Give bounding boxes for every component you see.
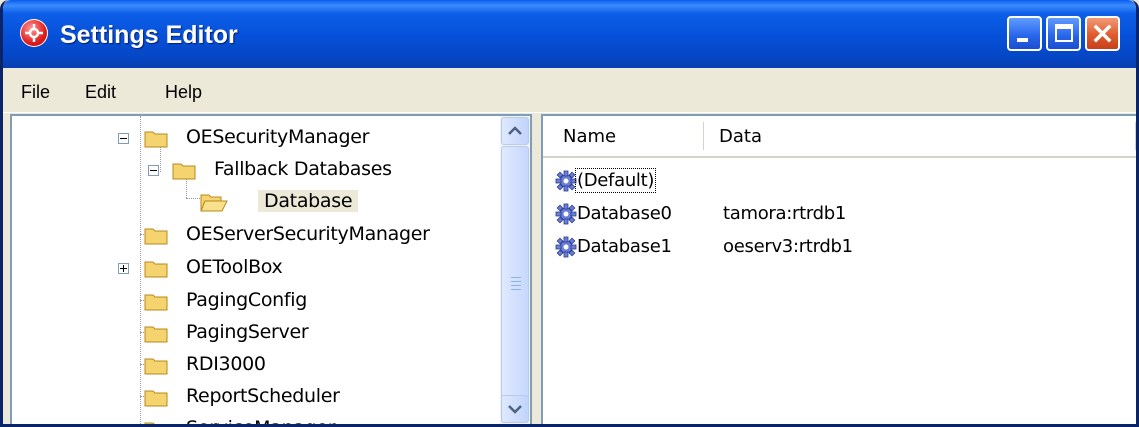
list-item[interactable]: Database0 tamora:rtrdb1 xyxy=(553,199,1133,229)
tree-node-label: ReportScheduler xyxy=(186,385,340,407)
tree-node-fallback-databases[interactable]: Fallback Databases xyxy=(12,155,492,185)
value-data: oeserv3:rtrdb1 xyxy=(723,236,853,257)
folder-icon xyxy=(144,422,155,424)
scroll-up-button[interactable] xyxy=(501,117,529,145)
list-item[interactable]: (Default) xyxy=(553,166,1133,196)
scroll-down-button[interactable] xyxy=(501,395,529,423)
registry-tree[interactable]: OESecurityManager Fallback Databases Dat… xyxy=(10,114,532,424)
window-title: Settings Editor xyxy=(60,21,238,49)
tree-node-oetoolbox[interactable]: OEToolBox xyxy=(12,253,492,283)
folder-icon xyxy=(172,163,196,180)
folder-icon xyxy=(144,358,168,375)
tree-node-label: ServiceManager xyxy=(186,417,336,424)
column-header-name[interactable]: Name xyxy=(563,126,616,147)
tree-node-label: OEServerSecurityManager xyxy=(186,223,430,245)
collapse-icon[interactable] xyxy=(118,133,129,144)
settings-editor-window: Settings Editor File Edit Help OESecurit… xyxy=(0,0,1139,427)
gear-icon xyxy=(555,236,577,258)
folder-icon xyxy=(144,261,168,278)
menu-bar: File Edit Help xyxy=(3,68,1136,113)
maximize-button[interactable] xyxy=(1046,16,1081,51)
close-button[interactable] xyxy=(1085,16,1120,51)
tree-node-database[interactable]: Database xyxy=(12,187,492,217)
value-data: tamora:rtrdb1 xyxy=(723,203,847,224)
expand-icon[interactable] xyxy=(118,263,129,274)
value-name: Database1 xyxy=(577,236,672,257)
tree-node-oeserversecuritymanager[interactable]: OEServerSecurityManager xyxy=(12,220,492,250)
column-divider[interactable] xyxy=(1135,122,1136,150)
tree-node-label: OEToolBox xyxy=(186,256,283,278)
menu-help[interactable]: Help xyxy=(165,82,202,103)
menu-edit[interactable]: Edit xyxy=(85,82,116,103)
tree-node-rdi3000[interactable]: RDI3000 xyxy=(12,350,492,380)
folder-icon xyxy=(144,326,168,343)
scroll-thumb[interactable] xyxy=(501,146,529,421)
tree-node-label: PagingConfig xyxy=(186,289,308,311)
open-folder-icon xyxy=(200,194,228,212)
list-header: Name Data xyxy=(543,116,1136,158)
chevron-down-icon xyxy=(508,405,522,414)
tree-node-reportscheduler[interactable]: ReportScheduler xyxy=(12,382,492,412)
pane-splitter[interactable] xyxy=(532,114,541,424)
minimize-button[interactable] xyxy=(1007,16,1042,51)
folder-icon xyxy=(144,390,168,407)
title-bar[interactable]: Settings Editor xyxy=(3,0,1136,68)
gear-icon xyxy=(555,203,577,225)
gear-icon xyxy=(555,170,577,192)
column-divider[interactable] xyxy=(703,122,704,150)
value-name: (Default) xyxy=(574,168,657,193)
folder-icon xyxy=(144,228,168,245)
tree-node-label: PagingServer xyxy=(186,321,309,343)
tree-node-label: Fallback Databases xyxy=(214,158,392,180)
collapse-icon[interactable] xyxy=(148,165,159,176)
list-item[interactable]: Database1 oeserv3:rtrdb1 xyxy=(553,232,1133,262)
tree-node-pagingconfig[interactable]: PagingConfig xyxy=(12,286,492,316)
tree-node-servicemanager[interactable]: ServiceManager xyxy=(12,414,492,424)
values-list[interactable]: Name Data (Default) Database0 tamora:rtr… xyxy=(541,114,1136,424)
tree-node-oesecuritymanager[interactable]: OESecurityManager xyxy=(12,123,492,153)
value-name: Database0 xyxy=(577,203,672,224)
tree-node-label: RDI3000 xyxy=(186,353,266,375)
tree-node-pagingserver[interactable]: PagingServer xyxy=(12,318,492,348)
folder-icon xyxy=(144,294,168,311)
chevron-up-icon xyxy=(508,126,522,135)
tree-vertical-scrollbar[interactable] xyxy=(500,116,530,424)
app-icon[interactable] xyxy=(20,19,48,47)
menu-file[interactable]: File xyxy=(21,82,50,103)
folder-icon xyxy=(144,131,168,148)
tree-node-label: Database xyxy=(258,190,359,212)
tree-node-label: OESecurityManager xyxy=(186,126,370,148)
column-header-data[interactable]: Data xyxy=(719,126,762,147)
